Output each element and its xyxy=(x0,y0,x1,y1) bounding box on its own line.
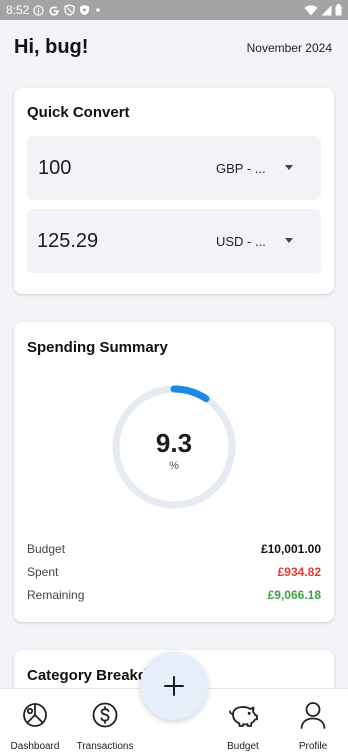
nav-label-transactions: Transactions xyxy=(76,741,134,752)
spending-progress-ring: 9.3 % xyxy=(109,382,239,512)
quick-convert-card: Quick Convert 100 GBP - ... 125.29 USD -… xyxy=(14,88,334,294)
convert-to-currency-select[interactable]: USD - ... xyxy=(216,209,266,273)
budget-value: £10,001.00 xyxy=(260,542,321,556)
current-month[interactable]: November 2024 xyxy=(247,41,332,55)
signal-icon xyxy=(321,5,332,15)
vpn-shield-icon xyxy=(64,4,76,16)
chevron-down-icon[interactable] xyxy=(285,165,293,170)
nav-label-profile: Profile xyxy=(298,741,328,752)
quick-convert-title: Quick Convert xyxy=(27,104,130,121)
remaining-stat-row: Remaining £9,066.18 xyxy=(27,588,321,602)
dot-icon xyxy=(96,8,101,12)
spent-percent-unit: % xyxy=(169,460,179,472)
nav-label-dashboard: Dashboard xyxy=(10,741,60,752)
info-icon xyxy=(33,4,45,16)
user-icon xyxy=(300,702,326,729)
remaining-label: Remaining xyxy=(27,588,85,602)
status-bar: 8:52 xyxy=(0,0,348,20)
nav-item-dashboard[interactable]: Dashboard xyxy=(8,689,62,754)
shield-icon xyxy=(80,5,90,15)
spent-percent-value: 9.3 xyxy=(155,428,193,458)
nav-item-profile[interactable]: Profile xyxy=(286,689,340,754)
budget-label: Budget xyxy=(27,542,66,556)
spent-label: Spent xyxy=(27,565,59,579)
convert-from-amount-input[interactable]: 100 xyxy=(38,136,71,200)
plus-icon xyxy=(164,676,184,696)
convert-to-row: 125.29 USD - ... xyxy=(27,209,321,273)
wifi-icon xyxy=(304,4,318,15)
add-transaction-button[interactable] xyxy=(140,652,208,720)
greeting-title: Hi, bug! xyxy=(14,36,89,58)
spent-value: £934.82 xyxy=(277,565,321,579)
budget-stat-row: Budget £10,001.00 xyxy=(27,542,321,556)
battery-icon xyxy=(335,4,342,16)
piggy-bank-icon xyxy=(229,706,258,727)
spending-summary-title: Spending Summary xyxy=(27,339,168,356)
dashboard-icon xyxy=(23,703,47,727)
category-breakdown-title: Category Breakd xyxy=(27,667,148,684)
chevron-down-icon[interactable] xyxy=(285,238,293,243)
google-icon xyxy=(49,6,59,16)
nav-item-budget[interactable]: Budget xyxy=(216,689,270,754)
nav-label-budget: Budget xyxy=(227,741,259,752)
spending-summary-card: Spending Summary 9.3 % Budget £10,001.00… xyxy=(14,322,334,622)
remaining-value: £9,066.18 xyxy=(267,588,321,602)
nav-item-transactions[interactable]: Transactions xyxy=(72,689,138,754)
dollar-icon xyxy=(92,702,118,728)
page-header: Hi, bug! November 2024 xyxy=(14,36,332,59)
spent-stat-row: Spent £934.82 xyxy=(27,565,321,579)
convert-from-currency-select[interactable]: GBP - ... xyxy=(216,136,266,200)
convert-from-row: 100 GBP - ... xyxy=(27,136,321,200)
status-time: 8:52 xyxy=(6,3,30,17)
convert-to-amount-input[interactable]: 125.29 xyxy=(37,209,98,273)
